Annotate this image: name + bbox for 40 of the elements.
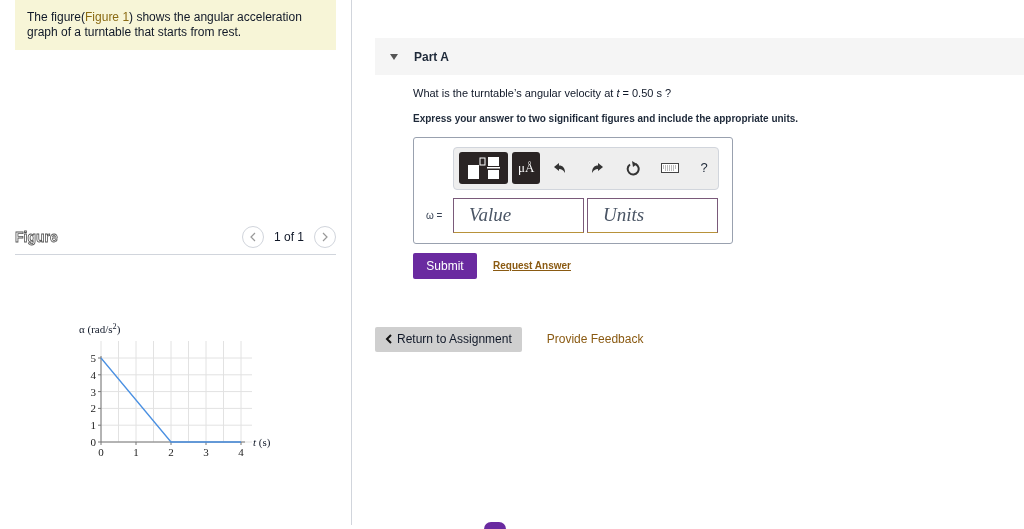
part-header[interactable]: Part A (375, 38, 1024, 75)
y-axis-label: α (rad/s$^{2}$) (79, 321, 121, 337)
request-answer-link[interactable]: Request Answer (493, 258, 571, 273)
y-tick-label: 1 (90, 419, 96, 432)
chevron-left-icon (249, 232, 256, 242)
instruction-text: Express your answer to two significant figures and include the appropriate units. (413, 111, 800, 126)
y-tick-label: 5 (90, 352, 96, 364)
x-tick-label: 3 (203, 446, 209, 458)
help-button[interactable]: ? (690, 152, 718, 184)
chevron-left-icon (385, 334, 392, 344)
figure-heading: Figure (15, 227, 58, 248)
x-axis-label: t (s) (253, 435, 271, 450)
undo-icon (554, 162, 567, 174)
x-tick-label: 1 (133, 446, 139, 458)
keyboard-icon (661, 163, 680, 173)
fraction-template-icon (466, 156, 501, 180)
feedback-link[interactable]: Provide Feedback (546, 330, 644, 348)
units-field[interactable]: Units (587, 197, 718, 233)
redo-icon (590, 162, 603, 174)
x-tick-label: 2 (168, 446, 174, 458)
return-button[interactable]: Return to Assignment (375, 326, 522, 352)
chevron-right-icon (322, 232, 328, 242)
reset-icon (626, 160, 641, 176)
templates-button[interactable] (459, 152, 509, 184)
value-field[interactable]: Value (453, 197, 584, 233)
figure-link[interactable]: Figure 1 (85, 10, 130, 24)
part-title: Part A (414, 48, 449, 66)
variable-label: ω = (426, 208, 444, 223)
submit-button[interactable]: Submit (413, 252, 477, 279)
page-counter: 1 of 1 (273, 229, 304, 246)
units-button[interactable]: μÅ (512, 152, 540, 184)
y-tick-label: 4 (90, 368, 96, 381)
y-tick-label: 0 (90, 436, 96, 448)
x-tick-label: 4 (238, 446, 244, 458)
floating-button[interactable] (484, 522, 506, 529)
x-tick-label: 0 (98, 446, 104, 458)
y-tick-label: 2 (90, 402, 96, 415)
question-text: What is the turntable’s angular velocity at t = 0.50 s ? (413, 86, 673, 101)
y-tick-label: 3 (90, 385, 96, 398)
intro-text: The figure(Figure 1) shows the angular acceleration graph of a turntable that starts from rest. (27, 10, 303, 40)
